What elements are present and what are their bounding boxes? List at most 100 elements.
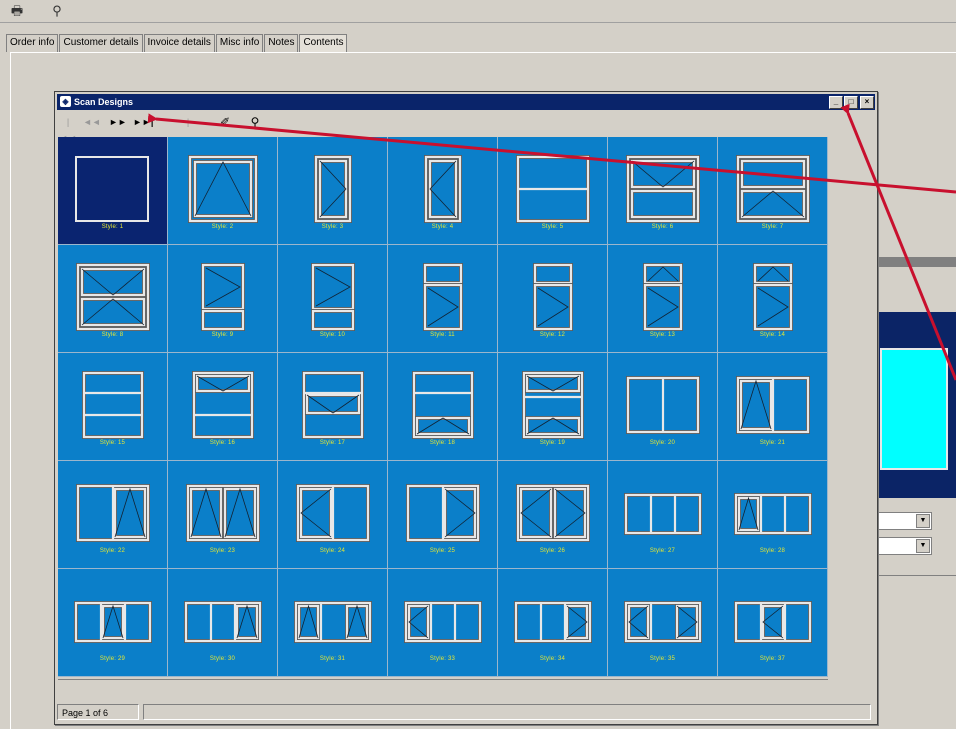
design-label: Style: 2 — [211, 224, 234, 230]
design-label: Style: 33 — [429, 656, 456, 662]
background-preview-window — [880, 348, 948, 470]
design-cell[interactable]: Style: 3 — [278, 137, 388, 245]
design-cell[interactable]: Style: 25 — [388, 461, 498, 569]
design-cell[interactable]: Style: 14 — [718, 245, 828, 353]
design-cell[interactable]: Style: 6 — [608, 137, 718, 245]
previous-page-button[interactable]: ◄◄ — [83, 114, 101, 130]
next-page-button[interactable]: ►► — [109, 114, 127, 130]
tab-bar: Order info Customer details Invoice detail… — [6, 34, 348, 52]
design-cell[interactable]: Style: 30 — [168, 569, 278, 677]
design-cell[interactable]: Style: 9 — [168, 245, 278, 353]
design-cell[interactable]: Style: 8 — [58, 245, 168, 353]
design-cell[interactable]: Style: 5 — [498, 137, 608, 245]
divider — [872, 575, 956, 576]
design-cell[interactable]: Style: 33 — [388, 569, 498, 677]
design-cell[interactable]: Style: 17 — [278, 353, 388, 461]
design-cell[interactable]: Style: 23 — [168, 461, 278, 569]
design-cell[interactable]: Style: 15 — [58, 353, 168, 461]
design-cell[interactable]: Style: 7 — [718, 137, 828, 245]
tools-icon[interactable]: ✐ — [217, 114, 233, 130]
dialog-navbar: |◄◄ ◄◄ ►► ►►| | ✐ ⚲ — [57, 112, 875, 143]
design-cell[interactable]: Style: 26 — [498, 461, 608, 569]
design-cell[interactable]: Style: 12 — [498, 245, 608, 353]
close-button[interactable]: × — [860, 96, 874, 109]
design-cell[interactable]: Style: 10 — [278, 245, 388, 353]
design-label: Style: 27 — [649, 548, 676, 554]
grid-footer — [58, 679, 828, 692]
design-label: Style: 6 — [651, 224, 674, 230]
find-icon[interactable]: ⚲ — [247, 114, 263, 130]
design-label: Style: 9 — [211, 332, 234, 338]
tab-misc-info[interactable]: Misc info — [215, 34, 264, 52]
design-cell[interactable]: Style: 22 — [58, 461, 168, 569]
design-label: Style: 10 — [319, 332, 346, 338]
design-cell[interactable]: Style: 37 — [718, 569, 828, 677]
first-page-button[interactable]: |◄◄ — [59, 114, 77, 143]
design-label: Style: 37 — [759, 656, 786, 662]
background-header-bar — [872, 257, 956, 267]
design-label: Style: 15 — [99, 440, 126, 446]
tab-customer-details[interactable]: Customer details — [59, 34, 143, 52]
separator: | — [186, 117, 190, 127]
design-cell[interactable]: Style: 31 — [278, 569, 388, 677]
tab-invoice-details[interactable]: Invoice details — [143, 34, 215, 52]
tab-order-info[interactable]: Order info — [6, 34, 59, 52]
tab-notes[interactable]: Notes — [264, 34, 299, 52]
design-cell[interactable]: Style: 24 — [278, 461, 388, 569]
design-cell[interactable]: Style: 27 — [608, 461, 718, 569]
page-indicator: Page 1 of 6 — [57, 704, 139, 720]
design-label: Style: 12 — [539, 332, 566, 338]
design-cell[interactable]: Style: 21 — [718, 353, 828, 461]
design-cell[interactable]: Style: 13 — [608, 245, 718, 353]
printer-icon[interactable]: 🖶 — [8, 2, 26, 20]
status-bar: Page 1 of 6 — [57, 704, 875, 722]
design-cell[interactable]: Style: 11 — [388, 245, 498, 353]
design-cell[interactable]: Style: 18 — [388, 353, 498, 461]
design-label: Style: 5 — [541, 224, 564, 230]
design-label: Style: 14 — [759, 332, 786, 338]
design-label: Style: 16 — [209, 440, 236, 446]
find-icon[interactable]: ⚲ — [48, 2, 66, 20]
design-grid: Style: 1 Style: 2 Style: 3 Style: 4 Style: 5… — [58, 137, 828, 677]
design-label: Style: 11 — [430, 332, 455, 338]
design-cell[interactable]: Style: 35 — [608, 569, 718, 677]
design-cell[interactable]: Style: 29 — [58, 569, 168, 677]
design-label: Style: 1 — [101, 224, 124, 230]
design-cell[interactable]: Style: 20 — [608, 353, 718, 461]
design-label: Style: 20 — [649, 440, 676, 446]
chevron-down-icon: ▼ — [916, 514, 930, 528]
design-label: Style: 24 — [319, 548, 346, 554]
design-cell[interactable]: Style: 28 — [718, 461, 828, 569]
design-label: Style: 28 — [759, 548, 786, 554]
dialog-titlebar[interactable]: ◈ Scan Designs _ □ × — [57, 94, 875, 110]
background-dropdown-1[interactable]: ▼ — [872, 512, 932, 530]
design-cell[interactable]: Style: 4 — [388, 137, 498, 245]
design-label: Style: 7 — [761, 224, 784, 230]
chevron-down-icon: ▼ — [916, 539, 930, 553]
design-cell[interactable]: Style: 16 — [168, 353, 278, 461]
background-dropdown-2[interactable]: ▼ — [872, 537, 932, 555]
design-cell[interactable]: Style: 19 — [498, 353, 608, 461]
design-label: Style: 29 — [99, 656, 126, 662]
design-cell[interactable]: Style: 34 — [498, 569, 608, 677]
design-label: Style: 3 — [321, 224, 344, 230]
design-label: Style: 31 — [319, 656, 346, 662]
design-label: Style: 30 — [209, 656, 236, 662]
minimize-button[interactable]: _ — [829, 96, 843, 109]
design-label: Style: 8 — [101, 332, 124, 338]
status-panel — [143, 704, 871, 720]
tab-contents[interactable]: Contents — [299, 34, 348, 52]
design-label: Style: 34 — [539, 656, 566, 662]
dialog-title: Scan Designs — [74, 97, 134, 107]
design-label: Style: 13 — [649, 332, 676, 338]
maximize-button[interactable]: □ — [844, 96, 858, 109]
design-cell[interactable]: Style: 2 — [168, 137, 278, 245]
design-label: Style: 17 — [319, 440, 346, 446]
app-icon: ◈ — [60, 96, 71, 107]
design-cell[interactable]: Style: 1 — [58, 137, 168, 245]
last-page-button[interactable]: ►►| — [133, 114, 153, 130]
scan-designs-dialog: ◈ Scan Designs _ □ × |◄◄ ◄◄ ►► ►►| | ✐ ⚲… — [54, 91, 878, 725]
design-label: Style: 22 — [99, 548, 126, 554]
design-label: Style: 18 — [429, 440, 456, 446]
design-label: Style: 19 — [539, 440, 566, 446]
